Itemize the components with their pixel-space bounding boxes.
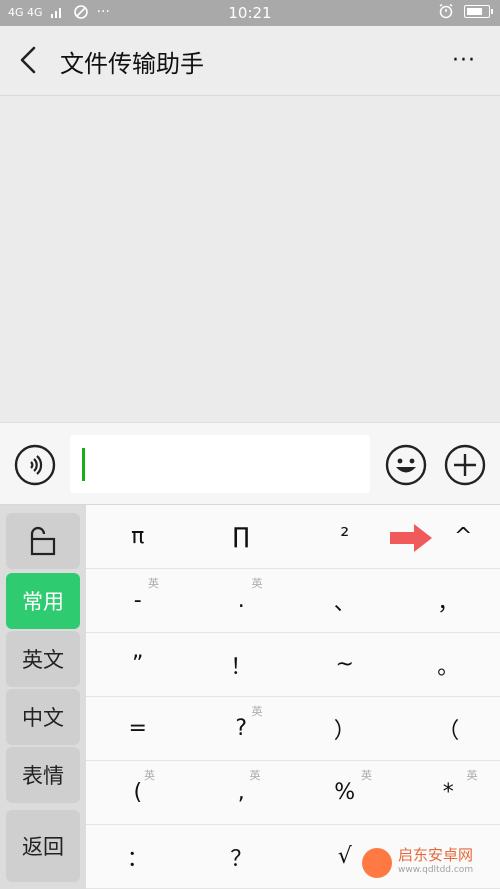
key-label: （ — [437, 718, 460, 744]
key-equals[interactable]: = — [86, 697, 190, 761]
back-arrow-icon[interactable] — [14, 42, 44, 78]
keyboard-category-sidebar: 常用 英文 中文 表情 返回 — [0, 505, 86, 889]
key-colon[interactable]: ： — [86, 825, 190, 889]
key-label: ? — [235, 716, 248, 741]
key-question[interactable]: ? 英 — [189, 697, 293, 761]
english-tag: 英 — [466, 769, 478, 782]
english-tag: 英 — [361, 769, 372, 782]
key-label: ！ — [230, 654, 253, 680]
watermark-logo-icon — [362, 848, 392, 878]
key-label: √ — [337, 844, 352, 869]
key-label: ： — [126, 846, 149, 872]
input-bar — [0, 422, 500, 504]
key-comma[interactable]: ， — [396, 569, 500, 633]
key-label: 、 — [333, 590, 356, 616]
key-hyphen[interactable]: -英 — [86, 569, 190, 633]
key-label: π — [131, 524, 145, 549]
annotation-arrow-icon — [390, 524, 432, 552]
status-bar: 4G 4G ··· 10:21 — [0, 0, 500, 26]
key-label: % — [334, 780, 356, 805]
message-area — [0, 97, 500, 422]
key-right-paren[interactable]: ） — [293, 697, 397, 761]
key-full-stop[interactable]: 。 — [396, 633, 500, 697]
key-label: ( — [133, 780, 143, 805]
key-left-paren-en[interactable]: (英 — [86, 761, 190, 825]
watermark-text: 启东安卓网 www.qdltdd.com — [398, 848, 473, 878]
key-label: ） — [333, 718, 356, 744]
key-squared[interactable]: ² — [293, 505, 397, 569]
key-question-full[interactable]: ？ — [189, 825, 293, 889]
key-left-paren[interactable]: （ — [396, 697, 500, 761]
page-title: 文件传输助手 — [60, 50, 204, 78]
key-label: ， — [437, 590, 460, 616]
emoji-icon[interactable] — [385, 444, 427, 486]
english-tag: 英 — [251, 577, 263, 590]
key-exclamation[interactable]: ！ — [189, 633, 293, 697]
key-label: ² — [340, 524, 350, 549]
key-label: * — [442, 780, 454, 805]
category-chinese[interactable]: 中文 — [6, 689, 80, 745]
more-options-icon[interactable]: ··· — [452, 50, 476, 72]
key-label: , — [237, 780, 245, 805]
message-input[interactable] — [70, 435, 370, 493]
watermark: 启东安卓网 www.qdltdd.com — [362, 845, 492, 881]
key-quote[interactable]: ” — [86, 633, 190, 697]
key-label: ~ — [335, 652, 354, 677]
lock-button[interactable] — [6, 513, 80, 569]
key-comma-en[interactable]: ,英 — [189, 761, 293, 825]
key-label: = — [128, 716, 147, 741]
key-pi[interactable]: π — [86, 505, 190, 569]
english-tag: 英 — [148, 577, 159, 590]
key-label: ∏ — [232, 524, 250, 549]
watermark-name: 启东安卓网 — [398, 846, 474, 864]
return-button[interactable]: 返回 — [6, 810, 80, 882]
clock: 10:21 — [228, 4, 272, 22]
key-product[interactable]: ∏ — [189, 505, 293, 569]
voice-input-icon[interactable] — [14, 444, 56, 486]
english-tag: 英 — [144, 769, 155, 782]
key-asterisk[interactable]: * 英 — [396, 761, 500, 825]
key-period[interactable]: .英 — [189, 569, 293, 633]
english-tag: 英 — [251, 705, 263, 718]
text-cursor — [82, 448, 85, 481]
key-label: ^ — [454, 524, 473, 549]
key-tilde[interactable]: ~ — [293, 633, 397, 697]
category-emoticon[interactable]: 表情 — [6, 747, 80, 803]
unlock-icon — [30, 526, 56, 556]
key-label: ？ — [230, 846, 253, 872]
key-label: 。 — [437, 654, 460, 680]
symbol-keyboard: 常用 英文 中文 表情 返回 π ∏ ² ^ -英 .英 、 ， ” ！ ~ 。… — [0, 504, 500, 889]
alarm-icon — [439, 3, 453, 19]
category-common[interactable]: 常用 — [6, 573, 80, 629]
watermark-url: www.qdltdd.com — [398, 865, 474, 875]
key-label: . — [237, 588, 245, 613]
key-percent[interactable]: % 英 — [293, 761, 397, 825]
symbol-grid: π ∏ ² ^ -英 .英 、 ， ” ！ ~ 。 = ? 英 ） （ (英 ,英… — [86, 505, 500, 889]
key-label: - — [133, 588, 142, 613]
english-tag: 英 — [249, 769, 261, 782]
add-icon[interactable] — [444, 444, 486, 486]
key-enum-comma[interactable]: 、 — [293, 569, 397, 633]
battery-icon — [464, 4, 493, 18]
category-english[interactable]: 英文 — [6, 631, 80, 687]
key-label: ” — [132, 652, 144, 677]
chat-header: 文件传输助手 ··· — [0, 26, 500, 96]
